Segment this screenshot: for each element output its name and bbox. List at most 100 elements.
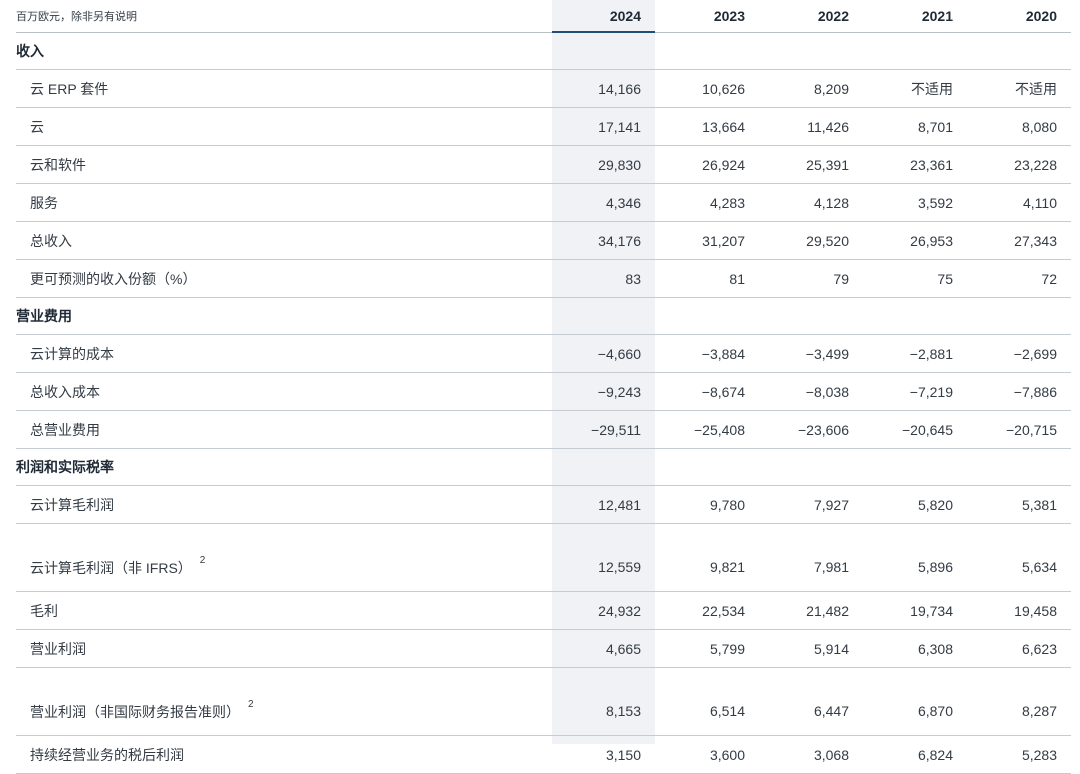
cell-value: 31,207	[655, 221, 759, 260]
table-row: 营业利润 4,665 5,799 5,914 6,308 6,623	[16, 629, 1071, 668]
cell-value: −7,219	[863, 372, 967, 411]
cell-value: 13,664	[655, 107, 759, 146]
cell-value: 10,626	[655, 69, 759, 108]
cell-value: 79	[759, 259, 863, 298]
cell-value: 6,623	[967, 629, 1071, 668]
row-label-text: 营业利润（非国际财务报告准则）	[30, 704, 240, 720]
row-label: 总营业费用	[16, 410, 552, 449]
cell-value: −2,881	[863, 334, 967, 373]
cell-value: 81	[655, 259, 759, 298]
row-label: 云计算毛利润	[16, 485, 552, 524]
cell-value: 12,559	[552, 523, 655, 592]
cell-value: −7,886	[967, 372, 1071, 411]
table-row: 云计算的成本 −4,660 −3,884 −3,499 −2,881 −2,69…	[16, 334, 1071, 373]
cell-value: 9,780	[655, 485, 759, 524]
cell-value: 6,308	[863, 629, 967, 668]
row-label: 云计算毛利润（非 IFRS） 2	[16, 523, 552, 592]
cell-value: −23,606	[759, 410, 863, 449]
cell-value: 29,520	[759, 221, 863, 260]
table-caption: 百万欧元，除非另有说明	[16, 0, 552, 33]
cell-value: 17,141	[552, 107, 655, 146]
cell-value: 6,514	[655, 667, 759, 736]
cell-value: 23,228	[967, 145, 1071, 184]
cell-value: 3,068	[759, 735, 863, 774]
section-header: 收入	[16, 32, 1071, 70]
row-label: 服务	[16, 183, 552, 222]
row-label: 云	[16, 107, 552, 146]
row-label: 总收入成本	[16, 372, 552, 411]
cell-value: 5,820	[863, 485, 967, 524]
table-row: 云计算毛利润 12,481 9,780 7,927 5,820 5,381	[16, 485, 1071, 524]
table-row: 服务 4,346 4,283 4,128 3,592 4,110	[16, 183, 1071, 222]
header-row: 百万欧元，除非另有说明 2024 2023 2022 2021 2020	[16, 0, 1071, 33]
cell-value: 8,209	[759, 69, 863, 108]
cell-value: 8,701	[863, 107, 967, 146]
table-row: 毛利 24,932 22,534 21,482 19,734 19,458	[16, 591, 1071, 630]
cell-value: −9,243	[552, 372, 655, 411]
cell-value: 7,927	[759, 485, 863, 524]
cell-value: 6,447	[759, 667, 863, 736]
cell-value: 26,924	[655, 145, 759, 184]
cell-value: −8,674	[655, 372, 759, 411]
cell-value: 8,153	[552, 667, 655, 736]
cell-value: 3,600	[655, 735, 759, 774]
cell-value: 11,426	[759, 107, 863, 146]
cell-value: 4,128	[759, 183, 863, 222]
cell-value: 34,176	[552, 221, 655, 260]
cell-value: 14,166	[552, 69, 655, 108]
cell-value: 23,361	[863, 145, 967, 184]
cell-value: −2,699	[967, 334, 1071, 373]
cell-value: 4,346	[552, 183, 655, 222]
cell-value: −25,408	[655, 410, 759, 449]
table-row: 云 ERP 套件 14,166 10,626 8,209 不适用 不适用	[16, 69, 1071, 108]
section-header: 营业费用	[16, 297, 1071, 335]
cell-value: 29,830	[552, 145, 655, 184]
cell-value: 75	[863, 259, 967, 298]
year-header: 2023	[655, 0, 759, 33]
cell-value: 5,914	[759, 629, 863, 668]
cell-value: 19,458	[967, 591, 1071, 630]
year-header: 2024	[552, 0, 655, 33]
cell-value: 不适用	[967, 69, 1071, 108]
cell-value: 3,150	[552, 735, 655, 774]
cell-value: 12,481	[552, 485, 655, 524]
table-row: 总收入成本 −9,243 −8,674 −8,038 −7,219 −7,886	[16, 372, 1071, 411]
cell-value: 21,482	[759, 591, 863, 630]
section-header: 利润和实际税率	[16, 448, 1071, 486]
section-title: 收入	[16, 32, 552, 70]
section-title: 利润和实际税率	[16, 448, 552, 486]
current-year-underline	[552, 31, 655, 33]
cell-value: −29,511	[552, 410, 655, 449]
cell-value: 5,283	[967, 735, 1071, 774]
cell-value: 5,634	[967, 523, 1071, 592]
cell-value: 4,283	[655, 183, 759, 222]
cell-value: 3,592	[863, 183, 967, 222]
cell-value: −20,715	[967, 410, 1071, 449]
cell-value: 6,824	[863, 735, 967, 774]
cell-value: −8,038	[759, 372, 863, 411]
cell-value: 6,870	[863, 667, 967, 736]
financial-table: 百万欧元，除非另有说明 2024 2023 2022 2021 2020 收入 …	[16, 0, 1071, 774]
table-row: 持续经营业务的税后利润 3,150 3,600 3,068 6,824 5,28…	[16, 735, 1071, 774]
year-header: 2021	[863, 0, 967, 33]
cell-value: 7,981	[759, 523, 863, 592]
row-label-text: 云计算毛利润（非 IFRS）	[30, 560, 192, 576]
cell-value: 26,953	[863, 221, 967, 260]
cell-value: 5,381	[967, 485, 1071, 524]
cell-value: 83	[552, 259, 655, 298]
cell-value: 9,821	[655, 523, 759, 592]
row-label: 营业利润	[16, 629, 552, 668]
cell-value: 5,896	[863, 523, 967, 592]
cell-value: 8,080	[967, 107, 1071, 146]
cell-value: −3,499	[759, 334, 863, 373]
cell-value: 19,734	[863, 591, 967, 630]
row-label: 云 ERP 套件	[16, 69, 552, 108]
cell-value: 22,534	[655, 591, 759, 630]
table-row: 云和软件 29,830 26,924 25,391 23,361 23,228	[16, 145, 1071, 184]
footnote-marker: 2	[248, 699, 254, 710]
table-row: 云计算毛利润（非 IFRS） 2 12,559 9,821 7,981 5,896…	[16, 523, 1071, 592]
table-row: 总收入 34,176 31,207 29,520 26,953 27,343	[16, 221, 1071, 260]
year-header: 2020	[967, 0, 1071, 33]
cell-value: 72	[967, 259, 1071, 298]
cell-value: 25,391	[759, 145, 863, 184]
